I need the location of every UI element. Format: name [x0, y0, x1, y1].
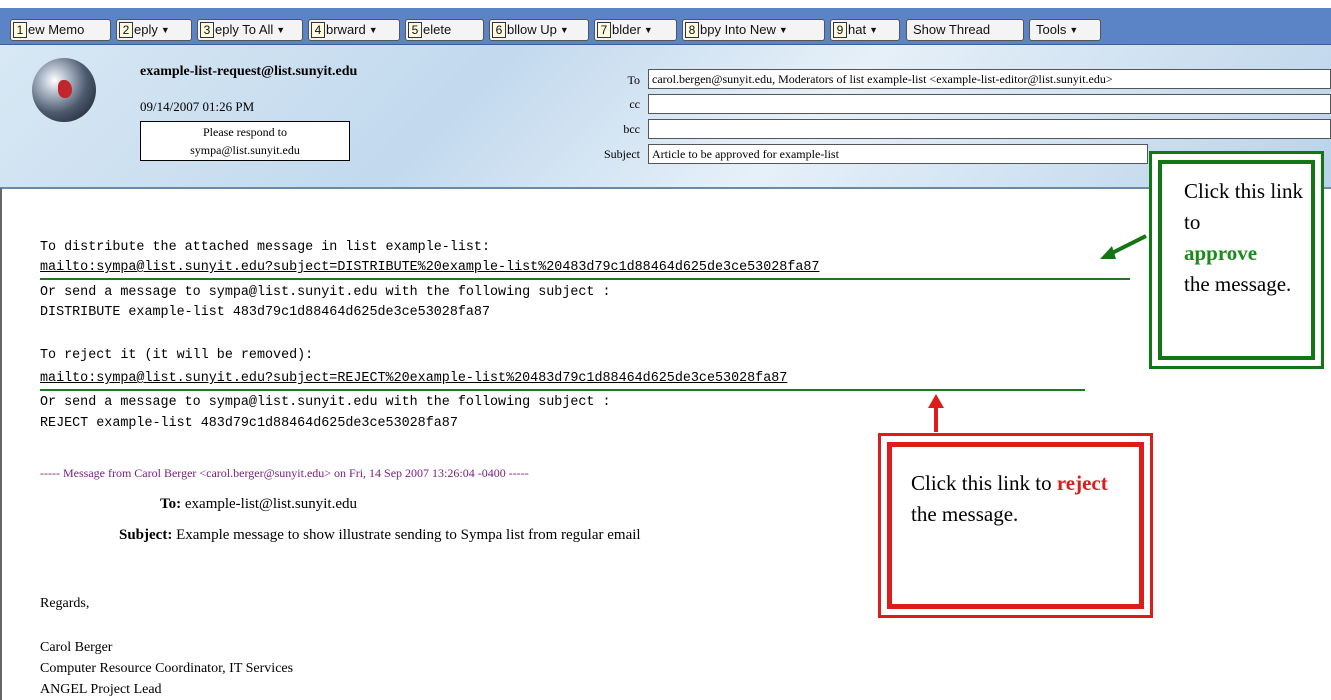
forwarded-to: To: example-list@list.sunyit.edu [160, 496, 357, 513]
button-label: elete [423, 22, 452, 37]
sender-address: example-list-request@list.sunyit.edu [140, 64, 358, 79]
button-label: Show Thread [913, 22, 991, 37]
button-label: hat [848, 22, 867, 37]
closing-regards: Regards, [40, 596, 90, 611]
forwarded-to-address: example-list@list.sunyit.edu [184, 496, 358, 512]
to-label: To [627, 73, 641, 87]
tools-button[interactable]: Tools ▼ [1029, 19, 1101, 41]
approve-callout-keyword: approve [1184, 241, 1258, 265]
forwarded-subject: Subject: Example message to show illustr… [119, 527, 641, 544]
show-thread-button[interactable]: Show Thread [906, 19, 1024, 41]
shortcut-key-3: 3 [200, 22, 214, 38]
toolbar: 1 ew Memo 2 eply ▼ 3 eply To All ▼ 4 brward ▼ 5… [0, 8, 1331, 45]
reply-to-all-button[interactable]: 3 eply To All ▼ [197, 19, 303, 41]
button-label: ew Memo [28, 22, 85, 37]
reject-callout: Click this link to reject the message. [878, 433, 1153, 618]
dropdown-arrow-icon: ▼ [559, 25, 569, 35]
reject-link-highlight [40, 389, 1085, 391]
button-label: eply [134, 22, 158, 37]
dropdown-arrow-icon: ▼ [869, 25, 878, 35]
reject-callout-tail: the message. [911, 502, 1019, 526]
chat-button[interactable]: 9 hat ▼ [830, 19, 900, 41]
approve-callout-lead: Click this link to [1184, 179, 1304, 234]
subject-field[interactable]: Article to be approved for example-list [648, 144, 1148, 164]
to-field[interactable]: carol.bergen@sunyit.edu, Moderators of l… [648, 69, 1331, 89]
new-memo-button[interactable]: 1 ew Memo [10, 19, 111, 41]
distribute-alt-instructions: Or send a message to sympa@list.sunyit.e… [40, 285, 611, 300]
button-label: blder [612, 22, 641, 37]
distribute-intro: To distribute the attached message in li… [40, 240, 490, 255]
shortcut-key-1: 1 [13, 22, 27, 38]
shortcut-key-7: 7 [597, 22, 611, 38]
approve-callout-tail: the message. [1184, 272, 1292, 296]
dropdown-arrow-icon: ▼ [276, 25, 286, 35]
subject-label: Subject [604, 147, 640, 161]
sender-globe-icon [32, 58, 96, 122]
globe-highlight [58, 80, 72, 98]
body-left-border [0, 188, 2, 700]
shortcut-key-4: 4 [311, 22, 325, 38]
reject-callout-text: Click this link to reject the message. [911, 468, 1131, 530]
shortcut-key-9: 9 [833, 22, 847, 38]
reject-callout-lead: Click this link to [911, 471, 1052, 495]
shortcut-key-5: 5 [408, 22, 422, 38]
reject-intro: To reject it (it will be removed): [40, 348, 314, 363]
forwarded-subject-text: Example message to show illustrate sendi… [176, 527, 641, 543]
forwarded-message-separator: ----- Message from Carol Berger <carol.b… [40, 466, 529, 480]
reply-button[interactable]: 2 eply ▼ [116, 19, 192, 41]
dropdown-arrow-icon: ▼ [643, 25, 653, 35]
signature-role: ANGEL Project Lead [40, 682, 162, 697]
respond-to-address: sympa@list.sunyit.edu [190, 143, 300, 157]
button-label: Tools [1036, 22, 1067, 37]
approve-mailto-link[interactable]: mailto:sympa@list.sunyit.edu?subject=DIS… [40, 260, 819, 275]
reject-subject-line: REJECT example-list 483d79c1d88464d625de… [40, 416, 458, 431]
cc-field[interactable] [648, 94, 1331, 114]
shortcut-key-6: 6 [492, 22, 506, 38]
shortcut-key-2: 2 [119, 22, 133, 38]
dropdown-arrow-icon: ▼ [368, 25, 378, 35]
signature-title: Computer Resource Coordinator, IT Servic… [40, 661, 294, 676]
reject-alt-instructions: Or send a message to sympa@list.sunyit.e… [40, 395, 611, 410]
forward-button[interactable]: 4 brward ▼ [308, 19, 400, 41]
bcc-label: bcc [623, 122, 640, 136]
button-label: bllow Up [507, 22, 557, 37]
approve-link-highlight [40, 278, 1130, 280]
folder-button[interactable]: 7 blder ▼ [594, 19, 677, 41]
dropdown-arrow-icon: ▼ [778, 25, 788, 35]
delete-button[interactable]: 5 elete [405, 19, 484, 41]
approve-callout-text: Click this link to approve the message. [1184, 176, 1321, 300]
reject-mailto-link[interactable]: mailto:sympa@list.sunyit.edu?subject=REJ… [40, 371, 787, 386]
button-label: bpy Into New [700, 22, 776, 37]
reject-callout-keyword: reject [1056, 471, 1108, 495]
reject-arrow [928, 394, 944, 432]
forwarded-subject-label: Subject: [119, 527, 173, 543]
bcc-field[interactable] [648, 119, 1331, 139]
signature-name: Carol Berger [40, 640, 113, 655]
dropdown-arrow-icon: ▼ [1069, 25, 1079, 35]
copy-into-new-button[interactable]: 8 bpy Into New ▼ [682, 19, 825, 41]
approve-callout: Click this link to approve the message. [1149, 151, 1324, 369]
dropdown-arrow-icon: ▼ [160, 25, 170, 35]
button-label: eply To All [215, 22, 274, 37]
respond-to-box: Please respond to sympa@list.sunyit.edu [140, 121, 350, 161]
distribute-subject-line: DISTRIBUTE example-list 483d79c1d88464d6… [40, 305, 490, 320]
sent-datetime: 09/14/2007 01:26 PM [140, 99, 255, 114]
cc-label: cc [629, 97, 640, 111]
forwarded-to-label: To: [160, 496, 182, 512]
approve-arrow [1100, 234, 1147, 259]
button-label: brward [326, 22, 366, 37]
shortcut-key-8: 8 [685, 22, 699, 38]
follow-up-button[interactable]: 6 bllow Up ▼ [489, 19, 589, 41]
respond-to-label: Please respond to [203, 125, 287, 139]
